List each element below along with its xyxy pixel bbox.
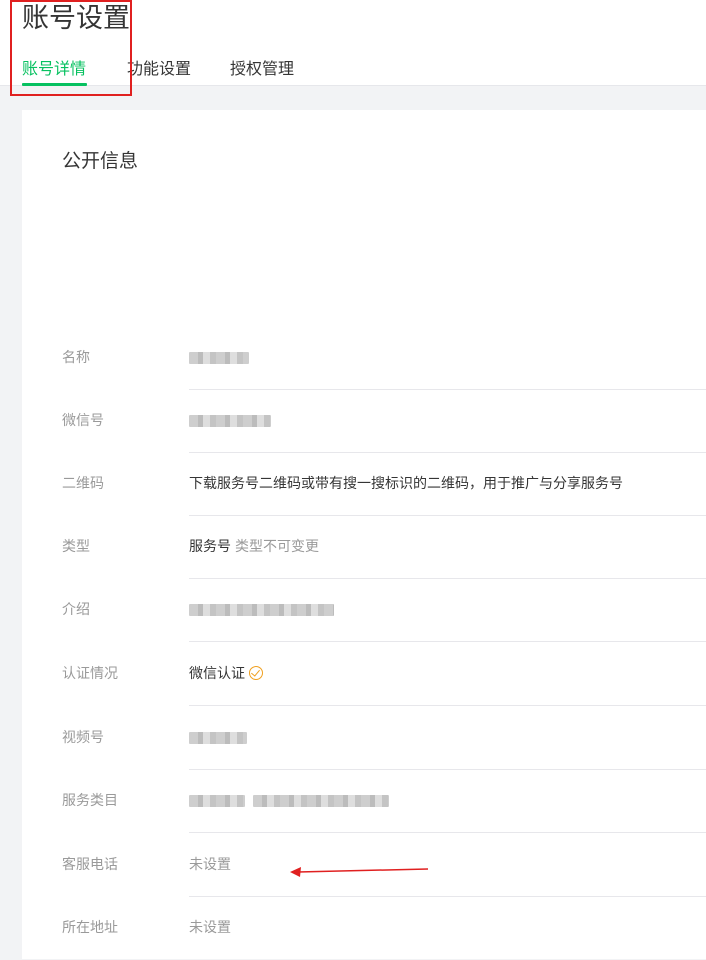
annotation-highlight-box (10, 0, 132, 96)
address-value: 未设置 (189, 920, 231, 936)
row-value: 微信认证 (189, 643, 263, 706)
account-type: 服务号 (189, 539, 231, 555)
redacted-block (253, 795, 389, 807)
row-label: 视频号 (62, 730, 104, 746)
row-value-redacted (189, 707, 247, 770)
row-qrcode: 二维码 下载服务号二维码或带有搜一搜标识的二维码，用于推广与分享服务号 (62, 453, 706, 516)
type-note: 类型不可变更 (235, 539, 319, 555)
verified-check-icon (249, 666, 263, 680)
row-label: 服务类目 (62, 793, 118, 809)
row-channels: 视频号 (62, 707, 706, 770)
redacted-block (189, 415, 271, 427)
row-value-redacted (189, 579, 334, 642)
row-value-redacted (189, 390, 271, 453)
row-address: 所在地址 未设置 (62, 897, 706, 960)
row-value-redacted (189, 327, 249, 390)
row-wechat-id: 微信号 (62, 390, 706, 453)
divider (189, 832, 706, 833)
row-type: 类型 服务号 类型不可变更 (62, 516, 706, 579)
row-value: 服务号 类型不可变更 (189, 516, 319, 579)
tab-feature-settings[interactable]: 功能设置 (127, 58, 191, 80)
row-verification: 认证情况 微信认证 (62, 643, 706, 706)
verification-status: 微信认证 (189, 666, 245, 682)
divider (189, 705, 706, 706)
row-service-phone: 客服电话 未设置 (62, 834, 706, 897)
row-label: 名称 (62, 350, 90, 366)
service-phone-value: 未设置 (189, 857, 231, 873)
row-label: 微信号 (62, 413, 104, 429)
row-label: 类型 (62, 539, 90, 555)
row-label: 认证情况 (62, 666, 118, 682)
row-value-redacted (189, 770, 389, 833)
tab-authorization-management[interactable]: 授权管理 (230, 58, 294, 80)
qrcode-download-link[interactable]: 下载服务号二维码或带有搜一搜标识的二维码，用于推广与分享服务号 (189, 453, 623, 516)
row-label: 二维码 (62, 476, 104, 492)
row-intro: 介绍 (62, 579, 706, 642)
section-title: 公开信息 (62, 150, 139, 172)
row-service-category: 服务类目 (62, 770, 706, 833)
row-label: 介绍 (62, 602, 90, 618)
public-info-card: 公开信息 名称 微信号 二维码 下载服务号二维码或带有搜一搜标识的二维码，用于推… (22, 110, 706, 959)
row-label: 客服电话 (62, 857, 118, 873)
row-label: 所在地址 (62, 920, 118, 936)
redacted-block (189, 352, 249, 364)
redacted-block (189, 795, 245, 807)
redacted-block (189, 604, 334, 616)
divider (189, 641, 706, 642)
row-name: 名称 (62, 327, 706, 390)
redacted-block (189, 732, 247, 744)
